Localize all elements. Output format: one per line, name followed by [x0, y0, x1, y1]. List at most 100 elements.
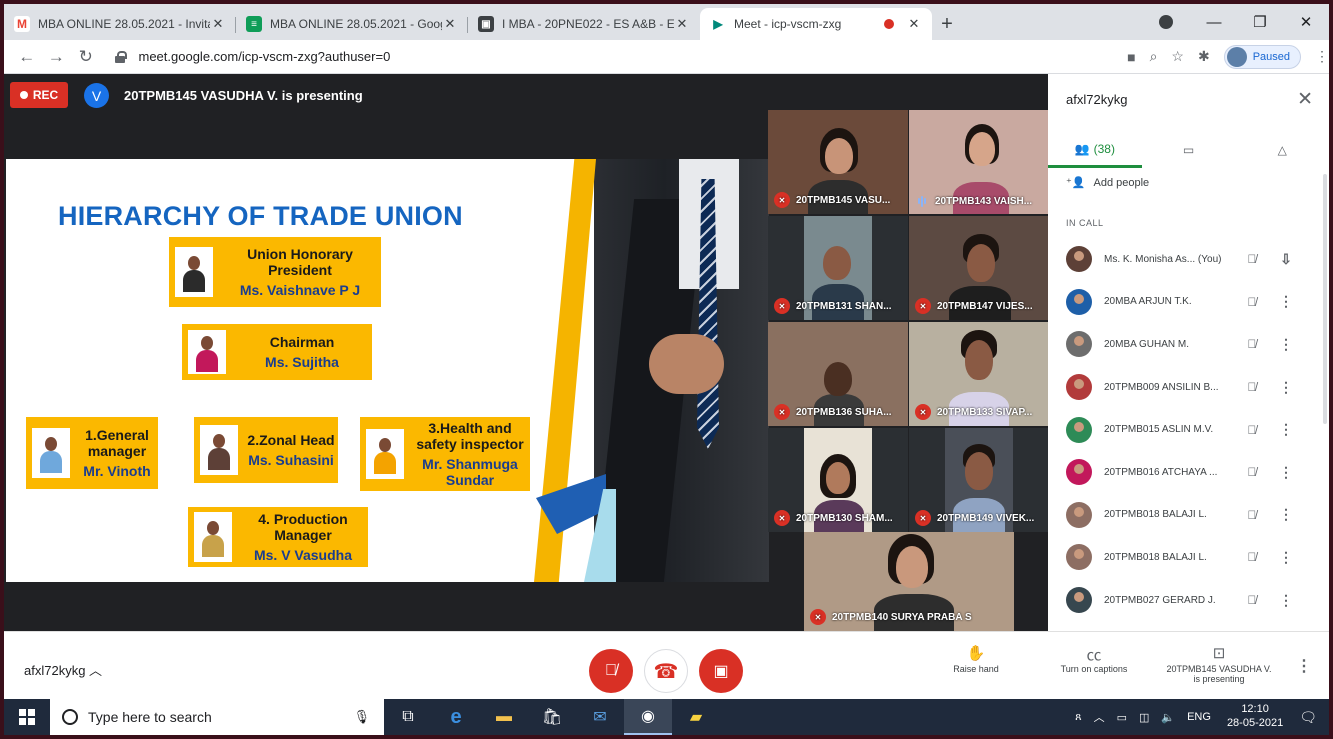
mic-muted-icon[interactable]: 🎙̸ [1240, 465, 1264, 479]
mic-muted-icon[interactable]: 🎙̸ [1240, 550, 1264, 564]
participant-name: 20TPMB143 VAISH... [935, 195, 1033, 207]
mic-muted-icon[interactable]: 🎙̸ [1240, 423, 1264, 437]
reload-icon[interactable]: ↻ [71, 47, 101, 67]
url-text[interactable]: meet.google.com/icp-vscm-zxg?authuser=0 [139, 49, 391, 64]
captions-label: Turn on captions [1060, 664, 1128, 674]
present-now-button[interactable]: ⊡ 20TPMB145 VASUDHA V. is presenting [1159, 644, 1279, 684]
language-indicator[interactable]: ENG [1187, 711, 1211, 723]
close-tab-icon[interactable]: ✕ [906, 16, 922, 32]
zoom-icon[interactable]: ⌕ [1150, 48, 1158, 65]
start-button[interactable] [4, 699, 50, 735]
raise-hand-button[interactable]: ✋ Raise hand [939, 644, 1013, 674]
profile-button[interactable]: Paused [1223, 44, 1302, 69]
camera-icon[interactable]: ■ [1127, 49, 1135, 65]
new-tab-button[interactable]: + [932, 8, 962, 40]
person-face [965, 452, 993, 490]
close-tab-icon[interactable]: ✕ [210, 16, 226, 32]
more-options-icon[interactable]: ⋮ [1296, 656, 1312, 676]
store-icon[interactable]: 🛍 [528, 699, 576, 735]
captions-button[interactable]: ㏄ Turn on captions [1047, 644, 1141, 674]
more-icon[interactable]: ⋮ [1276, 379, 1296, 396]
mic-muted-icon[interactable]: 🎙̸ [1240, 295, 1264, 309]
clock[interactable]: 12:10 28-05-2021 [1227, 703, 1283, 731]
sticky-notes-icon[interactable]: ▰ [672, 699, 720, 735]
pin-icon[interactable]: ⇩ [1276, 251, 1296, 268]
extensions-icon[interactable]: ✱ [1198, 48, 1210, 65]
meeting-details-button[interactable]: afxl72kykg ︿ [24, 660, 102, 679]
list-item[interactable]: 20MBA ARJUN T.K. 🎙̸ ⋮ [1048, 281, 1329, 324]
video-tile[interactable]: 20TPMB143 VAISH... [909, 110, 1048, 214]
video-tile[interactable]: ✕ 20TPMB149 VIVEK... [909, 428, 1048, 532]
mic-icon[interactable]: 🎙 [353, 709, 370, 725]
browser-tab[interactable]: ≡ MBA ONLINE 28.05.2021 - Goog ✕ [236, 8, 468, 40]
add-people-button[interactable]: ⁺👤 Add people [1066, 176, 1149, 190]
bookmark-star-icon[interactable]: ☆ [1171, 48, 1184, 65]
more-icon[interactable]: ⋮ [1276, 592, 1296, 609]
close-tab-icon[interactable]: ✕ [442, 16, 458, 32]
volume-icon[interactable]: 🔈 [1161, 711, 1175, 724]
chat-icon: ▭ [1182, 143, 1195, 157]
browser-tab-active[interactable]: ▶ Meet - icp-vscm-zxg ✕ [700, 8, 932, 40]
mic-muted-icon[interactable]: 🎙̸ [1240, 593, 1264, 607]
restore-button[interactable]: ❐ [1237, 13, 1283, 31]
panel-scrollbar[interactable] [1323, 174, 1327, 424]
notifications-icon[interactable]: 🗨 [1299, 709, 1317, 726]
more-icon[interactable]: ⋮ [1276, 549, 1296, 566]
camera-toggle-button[interactable]: ▣ [699, 649, 743, 693]
video-tile[interactable]: ✕ 20TPMB130 SHAM... [768, 428, 908, 532]
network-icon[interactable]: ◫ [1139, 711, 1149, 724]
leave-call-button[interactable]: ☎ [644, 649, 688, 693]
video-tile[interactable]: ✕ 20TPMB140 SURYA PRABA S [804, 532, 1014, 631]
mic-muted-icon[interactable]: 🎙̸ [1240, 380, 1264, 394]
tab-chat[interactable]: ▭ [1142, 132, 1236, 168]
close-window-button[interactable]: ✕ [1283, 13, 1329, 31]
more-icon[interactable]: ⋮ [1276, 506, 1296, 523]
video-tile[interactable]: ✕ 20TPMB131 SHAN... [768, 216, 908, 320]
panel-title: afxl72kykg [1066, 92, 1128, 107]
more-icon[interactable]: ⋮ [1276, 421, 1296, 438]
edge-icon[interactable]: e [432, 699, 480, 735]
close-tab-icon[interactable]: ✕ [674, 16, 690, 32]
chevron-up-icon[interactable]: ︿ [1094, 709, 1105, 725]
video-tile[interactable]: ✕ 20TPMB145 VASU... [768, 110, 908, 214]
taskbar-search[interactable]: Type here to search 🎙 [50, 699, 384, 735]
video-tile[interactable]: ✕ 20TPMB147 VIJES... [909, 216, 1048, 320]
list-item[interactable]: 20TPMB018 BALAJI L. 🎙̸ ⋮ [1048, 494, 1329, 537]
more-icon[interactable]: ⋮ [1276, 336, 1296, 353]
mic-toggle-button[interactable]: 🎙̸ [589, 649, 633, 693]
task-view-icon[interactable]: ⧉ [384, 699, 432, 735]
close-panel-icon[interactable]: ✕ [1297, 88, 1313, 111]
video-tile[interactable]: ✕ 20TPMB133 SIVAP... [909, 322, 1048, 426]
tab-search-icon[interactable] [1159, 15, 1173, 29]
list-item[interactable]: 20TPMB018 BALAJI L. 🎙̸ ⋮ [1048, 536, 1329, 579]
chrome-icon[interactable]: ◉ [624, 699, 672, 735]
more-icon[interactable]: ⋮ [1276, 464, 1296, 481]
address-bar[interactable]: meet.google.com/icp-vscm-zxg?authuser=0 [109, 43, 1122, 71]
file-explorer-icon[interactable]: ▬ [480, 699, 528, 735]
video-tile[interactable]: ✕ 20TPMB136 SUHA... [768, 322, 908, 426]
minimize-button[interactable]: — [1191, 14, 1237, 31]
back-icon[interactable]: ← [12, 47, 42, 67]
mic-muted-icon[interactable]: 🎙̸ [1240, 252, 1264, 266]
battery-icon[interactable]: ▭ [1117, 711, 1127, 724]
mic-muted-icon[interactable]: 🎙̸ [1240, 508, 1264, 522]
list-item[interactable]: Ms. K. Monisha As... (You) 🎙̸ ⇩ [1048, 238, 1329, 281]
mail-icon[interactable]: ✉ [576, 699, 624, 735]
mic-muted-icon[interactable]: 🎙̸ [1240, 337, 1264, 351]
forward-icon[interactable]: → [42, 47, 72, 67]
tab-people[interactable]: 👥 (38) [1048, 132, 1142, 168]
list-item[interactable]: 20TPMB027 GERARD J. 🎙̸ ⋮ [1048, 579, 1329, 622]
browser-tab[interactable]: ▣ I MBA - 20PNE022 - ES A&B - En ✕ [468, 8, 700, 40]
tile-label: ✕ 20TPMB147 VIJES... [915, 298, 1033, 314]
browser-tab[interactable]: M MBA ONLINE 28.05.2021 - Invita ✕ [4, 8, 236, 40]
list-item[interactable]: 20TPMB015 ASLIN M.V. 🎙̸ ⋮ [1048, 408, 1329, 451]
list-item[interactable]: 20TPMB009 ANSILIN B... 🎙̸ ⋮ [1048, 366, 1329, 409]
people-icon[interactable]: ጸ [1075, 711, 1081, 724]
avatar [1066, 416, 1092, 443]
lock-icon[interactable] [114, 50, 127, 63]
list-item[interactable]: 20MBA GUHAN M. 🎙̸ ⋮ [1048, 323, 1329, 366]
menu-icon[interactable]: ⋮ [1315, 48, 1329, 65]
list-item[interactable]: 20TPMB016 ATCHAYA ... 🎙̸ ⋮ [1048, 451, 1329, 494]
tab-activities[interactable]: △ [1235, 132, 1329, 168]
more-icon[interactable]: ⋮ [1276, 293, 1296, 310]
